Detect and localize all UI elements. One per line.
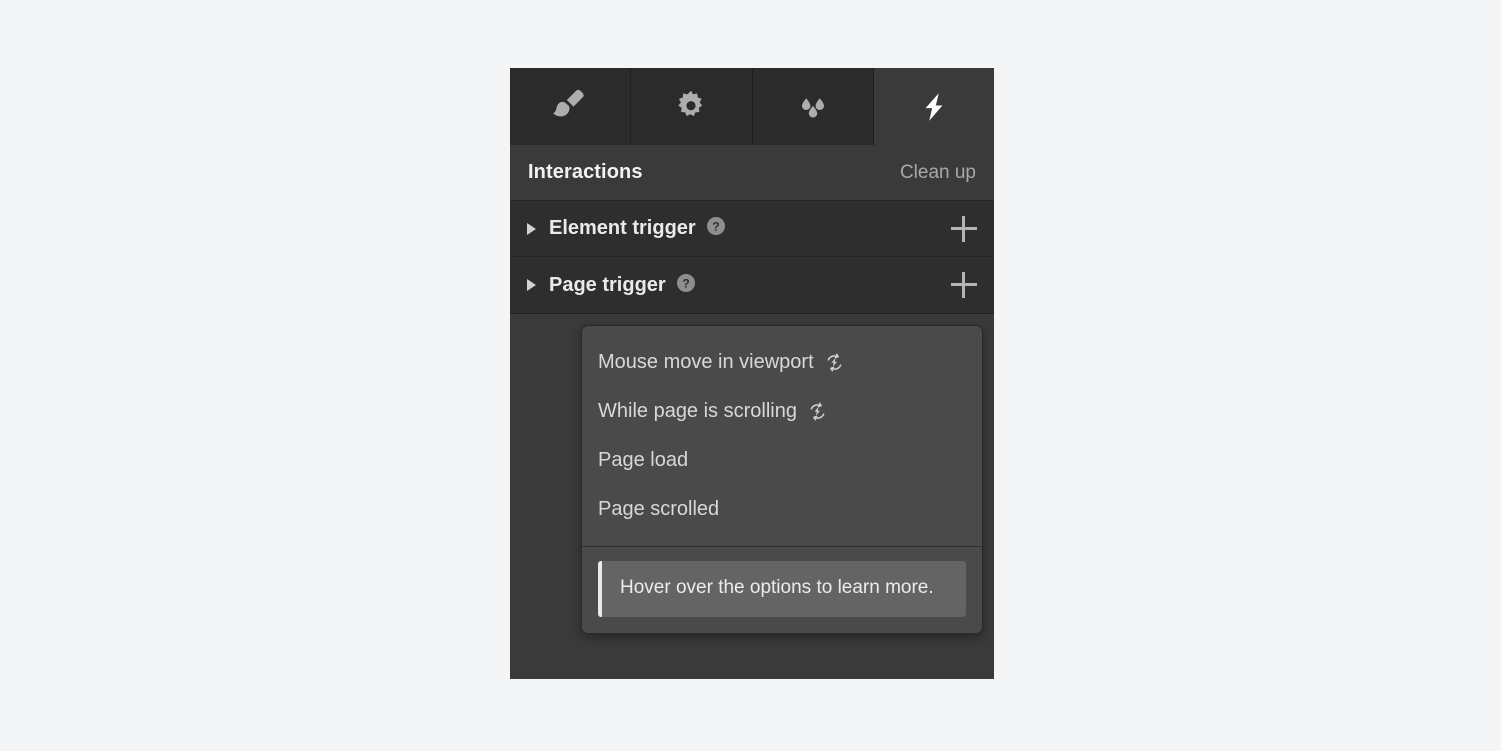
page-title: Interactions bbox=[528, 161, 643, 183]
page-trigger-dropdown: Mouse move in viewport While page is scr… bbox=[581, 325, 983, 634]
question-mark-icon[interactable]: ? bbox=[675, 272, 697, 299]
paintbrush-icon bbox=[548, 85, 592, 129]
dropdown-hint-area: Hover over the options to learn more. bbox=[582, 547, 982, 633]
option-label: While page is scrolling bbox=[598, 400, 797, 422]
element-trigger-section-header[interactable]: Element trigger ? bbox=[510, 200, 994, 257]
chevron-right-icon[interactable] bbox=[527, 279, 536, 291]
dropdown-option-page-scrolled[interactable]: Page scrolled bbox=[582, 485, 982, 534]
clean-up-button[interactable]: Clean up bbox=[900, 162, 976, 184]
panel-tab-strip bbox=[510, 68, 994, 145]
panel-header: Interactions Clean up bbox=[510, 145, 994, 200]
tab-interactions[interactable] bbox=[873, 68, 994, 145]
option-label: Mouse move in viewport bbox=[598, 351, 814, 373]
dropdown-option-list: Mouse move in viewport While page is scr… bbox=[582, 326, 982, 546]
interactions-panel: Interactions Clean up Element trigger ? … bbox=[510, 68, 994, 679]
panel-body: Mouse move in viewport While page is scr… bbox=[510, 314, 994, 679]
tab-settings[interactable] bbox=[631, 68, 753, 145]
lightning-bolt-icon bbox=[912, 85, 956, 129]
svg-text:?: ? bbox=[682, 276, 689, 290]
add-element-trigger-button[interactable] bbox=[951, 215, 977, 242]
gear-icon bbox=[669, 85, 713, 129]
water-drops-icon bbox=[791, 85, 835, 129]
option-label: Page scrolled bbox=[598, 498, 720, 520]
dropdown-option-while-page-is-scrolling[interactable]: While page is scrolling bbox=[582, 387, 982, 436]
loop-lightning-icon bbox=[806, 400, 829, 423]
dropdown-option-mouse-move-in-viewport[interactable]: Mouse move in viewport bbox=[582, 338, 982, 387]
dropdown-option-page-load[interactable]: Page load bbox=[582, 436, 982, 485]
loop-lightning-icon bbox=[823, 351, 846, 374]
add-page-trigger-button[interactable] bbox=[951, 272, 977, 298]
hint-message: Hover over the options to learn more. bbox=[598, 561, 966, 617]
option-label: Page load bbox=[598, 449, 689, 471]
tab-style[interactable] bbox=[510, 68, 632, 145]
page-trigger-label: Page trigger bbox=[549, 273, 666, 296]
question-mark-icon[interactable]: ? bbox=[705, 215, 727, 242]
svg-text:?: ? bbox=[712, 220, 719, 234]
page-trigger-section-header[interactable]: Page trigger ? bbox=[510, 257, 994, 314]
tab-effects[interactable] bbox=[752, 68, 874, 145]
element-trigger-label: Element trigger bbox=[549, 217, 696, 239]
chevron-right-icon[interactable] bbox=[527, 222, 536, 235]
